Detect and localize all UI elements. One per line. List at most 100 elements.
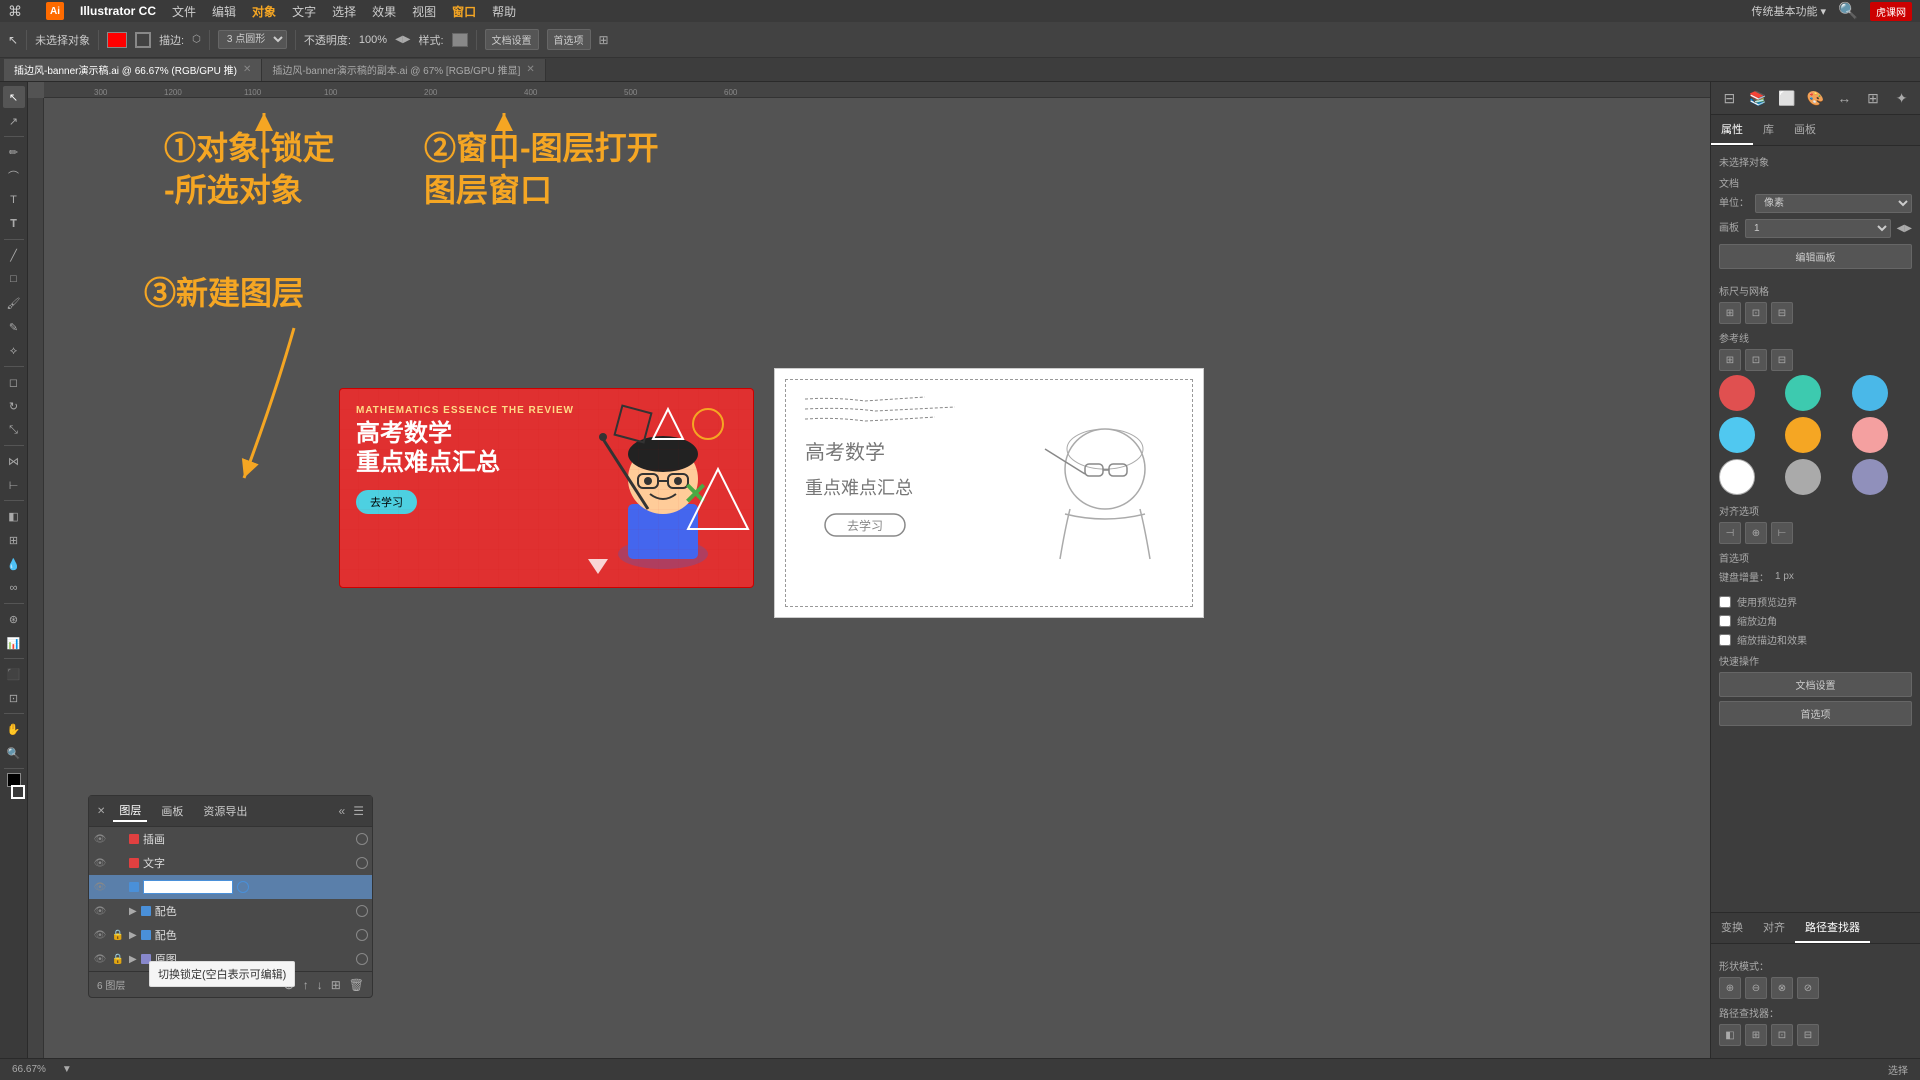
color-icon[interactable]: 🎨 — [1805, 86, 1826, 110]
quick-doc-settings-btn[interactable]: 文档设置 — [1719, 672, 1912, 697]
align-left-btn[interactable]: ⊣ — [1719, 522, 1741, 544]
trim-btn[interactable]: ◧ — [1719, 1024, 1741, 1046]
outline-btn[interactable]: ⊟ — [1797, 1024, 1819, 1046]
layer-vis-illustration[interactable] — [356, 833, 368, 845]
paintbrush-tool[interactable]: 🖌 — [3, 292, 25, 314]
apple-icon[interactable]: ⌘ — [8, 3, 22, 20]
column-graph-tool[interactable]: 📊 — [3, 632, 25, 654]
slice-tool[interactable]: ⊡ — [3, 687, 25, 709]
zoom-tool[interactable]: 🔍 — [3, 742, 25, 764]
preview-bounds-checkbox[interactable] — [1719, 596, 1731, 608]
transform-tab[interactable]: 变换 — [1711, 913, 1753, 943]
effects-icon[interactable]: ✦ — [1891, 86, 1912, 110]
align-icon-right[interactable]: ⊞ — [1863, 86, 1884, 110]
eye-icon-colors1[interactable]: 👁 — [93, 906, 107, 917]
swatch-teal[interactable] — [1785, 375, 1821, 411]
artboard-select[interactable]: 1 — [1745, 219, 1891, 238]
hand-tool[interactable]: ✋ — [3, 718, 25, 740]
arrange-icon[interactable]: ⊞ — [599, 33, 609, 47]
curvature-tool[interactable]: ⌒ — [3, 165, 25, 187]
tab-1-close[interactable]: ✕ — [243, 64, 251, 75]
guide-btn-2[interactable]: ⊡ — [1745, 349, 1767, 371]
menu-view[interactable]: 视图 — [412, 3, 436, 20]
stroke-color[interactable] — [135, 32, 151, 48]
menu-select[interactable]: 选择 — [332, 3, 356, 20]
tab-2[interactable]: 插边风-banner演示稿的副本.ai @ 67% [RGB/GPU 推显] ✕ — [262, 59, 545, 81]
lock-icon-original[interactable]: 🔒 — [111, 954, 125, 965]
tab-1[interactable]: 插边风-banner演示稿.ai @ 66.67% (RGB/GPU 推) ✕ — [4, 59, 262, 81]
artboards-tab[interactable]: 画板 — [1784, 115, 1826, 145]
swatch-white[interactable] — [1719, 459, 1755, 495]
scale-tool[interactable]: ⤡ — [3, 419, 25, 441]
layer-vis-editing[interactable] — [237, 881, 249, 893]
library-icon[interactable]: 📚 — [1748, 86, 1769, 110]
snap-point-btn[interactable]: ⊡ — [1745, 302, 1767, 324]
line-tool[interactable]: ╱ — [3, 244, 25, 266]
canvas-area[interactable]: 300 1200 1100 100 200 400 500 600 ①对象-锁定… — [28, 82, 1710, 1058]
minus-front-btn[interactable]: ⊖ — [1745, 977, 1767, 999]
eye-icon-text[interactable]: 👁 — [93, 858, 107, 869]
style-swatch[interactable] — [452, 33, 468, 47]
pen-tool[interactable]: ✏ — [3, 141, 25, 163]
artboard-tool[interactable]: ⬛ — [3, 663, 25, 685]
transform-icon[interactable]: ↔ — [1834, 86, 1855, 110]
layer-vis-colors2[interactable] — [356, 929, 368, 941]
align-tab[interactable]: 对齐 — [1753, 913, 1795, 943]
snap-grid-btn[interactable]: ⊞ — [1719, 302, 1741, 324]
libraries-tab[interactable]: 库 — [1753, 115, 1784, 145]
menu-edit[interactable]: 编辑 — [212, 3, 236, 20]
menu-effects[interactable]: 效果 — [372, 3, 396, 20]
template-icon[interactable]: ⊞ — [331, 978, 341, 992]
swatch-lavender[interactable] — [1852, 459, 1888, 495]
expand-icon-original[interactable]: ▶ — [129, 954, 137, 965]
swatch-gray[interactable] — [1785, 459, 1821, 495]
scale-corners-checkbox[interactable] — [1719, 615, 1731, 627]
swatch-cyan[interactable] — [1719, 417, 1755, 453]
layer-tab-export[interactable]: 资源导出 — [197, 801, 253, 821]
selection-tool-icon[interactable]: ↖ — [8, 33, 18, 47]
panel-menu-icon[interactable]: ☰ — [353, 804, 364, 818]
unite-btn[interactable]: ⊕ — [1719, 977, 1741, 999]
layer-row-text[interactable]: 👁 文字 — [89, 851, 372, 875]
eye-icon-original[interactable]: 👁 — [93, 954, 107, 965]
menu-help[interactable]: 帮助 — [492, 3, 516, 20]
width-tool[interactable]: ⊢ — [3, 474, 25, 496]
swatch-red[interactable] — [1719, 375, 1755, 411]
banner-btn[interactable]: 去学习 — [356, 490, 417, 514]
move-down-icon[interactable]: ↓ — [317, 978, 323, 992]
guide-btn-1[interactable]: ⊞ — [1719, 349, 1741, 371]
layer-row-editing[interactable]: 👁 — [89, 875, 372, 899]
menu-window[interactable]: 窗口 — [452, 3, 476, 20]
swatch-orange[interactable] — [1785, 417, 1821, 453]
layer-vis-text[interactable] — [356, 857, 368, 869]
blend-tool[interactable]: ∞ — [3, 577, 25, 599]
symbol-sprayer-tool[interactable]: ⊛ — [3, 608, 25, 630]
doc-settings-btn[interactable]: 文档设置 — [485, 29, 539, 50]
panel-collapse-icon[interactable]: « — [339, 804, 346, 818]
eraser-tool[interactable]: ◻ — [3, 371, 25, 393]
layer-row-colors-1[interactable]: 👁 ▶ 配色 — [89, 899, 372, 923]
eye-icon-editing[interactable]: 👁 — [93, 882, 107, 893]
layer-name-input[interactable] — [143, 880, 233, 894]
layer-vis-original[interactable] — [356, 953, 368, 965]
exclude-btn[interactable]: ⊘ — [1797, 977, 1819, 999]
eye-icon-illustration[interactable]: 👁 — [93, 834, 107, 845]
close-panel-icon[interactable]: ✕ — [97, 806, 105, 817]
warp-tool[interactable]: ⋈ — [3, 450, 25, 472]
eyedropper-tool[interactable]: 💧 — [3, 553, 25, 575]
direct-selection-tool[interactable]: ↗ — [3, 110, 25, 132]
layer-tab-layers[interactable]: 图层 — [113, 800, 147, 822]
type-tool[interactable]: T — [3, 189, 25, 211]
fill-color[interactable] — [107, 32, 127, 48]
stroke-box[interactable] — [11, 785, 25, 799]
menu-text[interactable]: 文字 — [292, 3, 316, 20]
touch-type-tool[interactable]: 𝐓 — [3, 213, 25, 235]
selection-tool[interactable]: ↖ — [3, 86, 25, 108]
layer-vis-colors1[interactable] — [356, 905, 368, 917]
mesh-tool[interactable]: ⊞ — [3, 529, 25, 551]
edit-artboard-btn[interactable]: 编辑画板 — [1719, 244, 1912, 269]
snap-pixel-btn[interactable]: ⊟ — [1771, 302, 1793, 324]
eye-icon-colors2[interactable]: 👁 — [93, 930, 107, 941]
align-center-btn[interactable]: ⊕ — [1745, 522, 1767, 544]
swatch-blue[interactable] — [1852, 375, 1888, 411]
